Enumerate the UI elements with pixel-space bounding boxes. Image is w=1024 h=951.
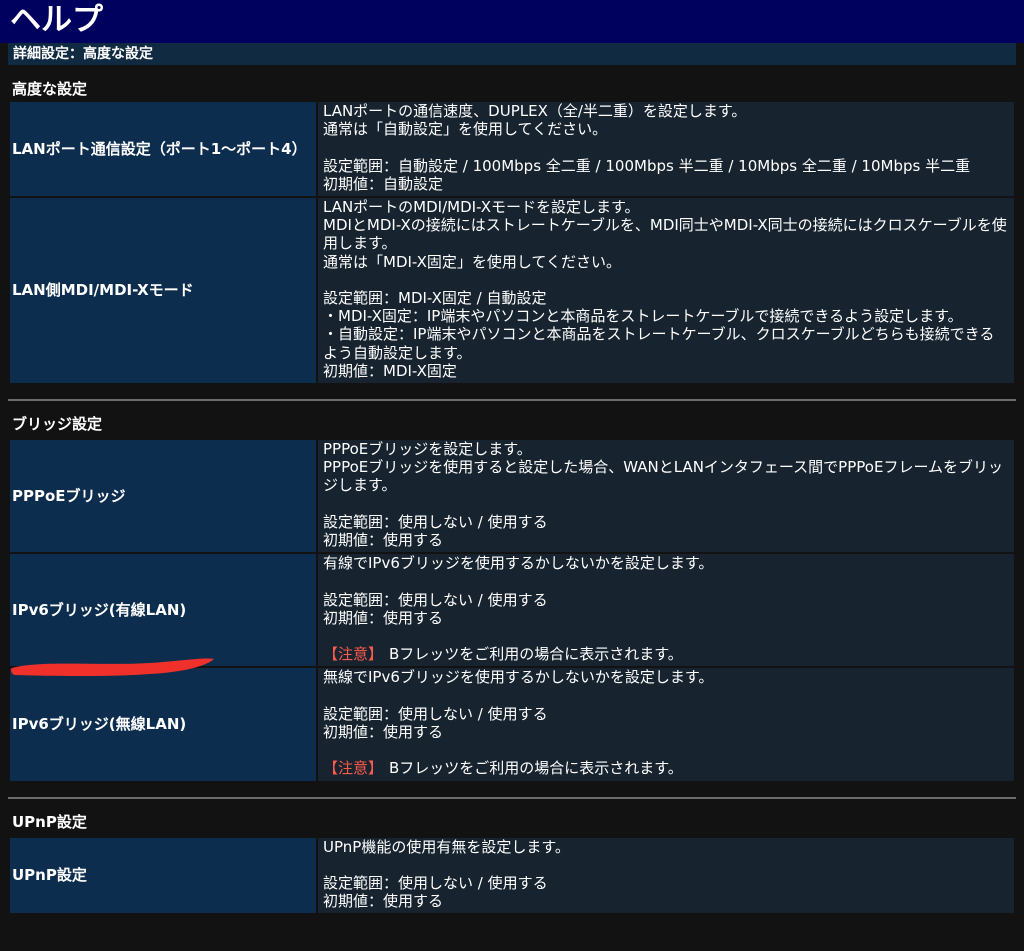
description-line: 初期値：使用する (323, 723, 444, 741)
description-line (323, 271, 1008, 289)
section-divider (8, 796, 1016, 799)
description-line: ・自動設定：IP端末やパソコンと本商品をストレートケーブル、クロスケーブルどちら… (323, 325, 995, 362)
section-divider (8, 399, 1016, 402)
description-line: 設定範囲：MDI-X固定 / 自動設定 (323, 289, 547, 307)
description-line: MDIとMDI-Xの接続にはストレートケーブルを、MDI同士やMDI-X同士の接… (323, 216, 1007, 253)
description-line: ・MDI-X固定：IP端末やパソコンと本商品をストレートケーブルで接続できるよう… (323, 307, 963, 326)
help-section: 高度な設定 LANポート通信設定（ポート1〜ポート4） LANポートの通信速度、DU… (8, 65, 1016, 386)
setting-description: 無線でIPv6ブリッジを使用するかしないかを設定します。 設定範囲：使用しない /… (316, 666, 1016, 783)
help-section: UPnP設定 UPnP設定 UPnP機能の使用有無を設定します。 設定範囲：使用しない… (8, 796, 1016, 916)
settings-table: UPnP設定 UPnP機能の使用有無を設定します。 設定範囲：使用しない / 使用す… (8, 835, 1016, 916)
description-line: 設定範囲：自動設定 / 100Mbps 全二重 / 100Mbps 半二重 / … (323, 156, 971, 175)
description-line: 有線でIPv6ブリッジを使用するかしないかを設定します。 (323, 554, 714, 573)
note-text: Bフレッツをご利用の場合に表示されます。 (389, 645, 683, 664)
section-title: UPnP設定 (12, 812, 87, 831)
help-content: 高度な設定 LANポート通信設定（ポート1〜ポート4） LANポートの通信速度、DU… (0, 65, 1024, 916)
description-line: 初期値：使用する (323, 892, 444, 911)
note-label: 【注意】 (323, 759, 384, 778)
note-line: 【注意】 Bフレッツをご利用の場合に表示されます。 (323, 759, 1008, 777)
setting-description: PPPoEブリッジを設定します。 PPPoEブリッジを使用すると設定した場合、WA… (316, 438, 1016, 555)
page-title: ヘルプ (0, 0, 1024, 43)
description-line: 初期値：MDI-X固定 (323, 361, 457, 380)
setting-row: PPPoEブリッジ PPPoEブリッジを設定します。 PPPoEブリッジを使用すると… (8, 438, 1016, 555)
setting-row: LAN側MDI/MDI-Xモード LANポートのMDI/MDI-Xモードを設定しま… (8, 195, 1016, 386)
note-label: 【注意】 (323, 645, 384, 664)
description-line: LANポートのMDI/MDI-Xモードを設定します。 (323, 198, 640, 216)
description-line: 設定範囲：使用しない / 使用する (323, 873, 548, 892)
note-text: Bフレッツをご利用の場合に表示されます。 (389, 759, 683, 778)
description-line (323, 687, 1008, 705)
description-line: 初期値：自動設定 (323, 174, 444, 193)
section-title: 高度な設定 (12, 80, 88, 98)
setting-row: IPv6ブリッジ(無線LAN) 無線でIPv6ブリッジを使用するかしないかを設定し… (8, 666, 1016, 783)
setting-label: PPPoEブリッジ (8, 438, 318, 555)
description-line: PPPoEブリッジを設定します。 (323, 440, 532, 459)
description-line: PPPoEブリッジを使用すると設定した場合、WANとLANインタフェース間でPP… (323, 458, 1003, 495)
description-line: 設定範囲：使用しない / 使用する (323, 590, 548, 609)
setting-description: LANポートの通信速度、DUPLEX（全/半二重）を設定します。 通常は「自動設定… (316, 100, 1016, 198)
breadcrumb: 詳細設定：高度な設定 (8, 43, 1016, 65)
setting-label: IPv6ブリッジ(無線LAN) (8, 666, 318, 783)
description-line: 設定範囲：使用しない / 使用する (323, 704, 548, 723)
description-line (323, 138, 1008, 156)
setting-row: UPnP設定 UPnP機能の使用有無を設定します。 設定範囲：使用しない / 使用す… (8, 835, 1016, 916)
settings-table: PPPoEブリッジ PPPoEブリッジを設定します。 PPPoEブリッジを使用すると… (8, 438, 1016, 783)
setting-row: IPv6ブリッジ(有線LAN) 有線でIPv6ブリッジを使用するかしないかを設定し… (8, 552, 1016, 669)
description-line: 通常は「MDI-X固定」を使用してください。 (323, 252, 621, 271)
setting-label: IPv6ブリッジ(有線LAN) (8, 552, 318, 669)
description-line (323, 856, 1008, 874)
description-line: 設定範囲：使用しない / 使用する (323, 512, 548, 531)
setting-label: UPnP設定 (8, 835, 318, 916)
setting-description: 有線でIPv6ブリッジを使用するかしないかを設定します。 設定範囲：使用しない /… (316, 552, 1016, 669)
description-line: 初期値：使用する (323, 531, 444, 550)
description-line (323, 741, 1008, 759)
red-scribble-mark (10, 658, 214, 676)
setting-description: UPnP機能の使用有無を設定します。 設定範囲：使用しない / 使用する 初期値：使… (316, 835, 1016, 916)
description-line (323, 495, 1008, 513)
description-line: 通常は「自動設定」を使用してください。 (323, 120, 608, 139)
section-title: ブリッジ設定 (12, 415, 103, 434)
help-section: ブリッジ設定 PPPoEブリッジ PPPoEブリッジを設定します。 PPPoEブリッジ… (8, 399, 1016, 783)
description-line: 初期値：使用する (323, 608, 444, 627)
description-line (323, 627, 1008, 645)
description-line: 無線でIPv6ブリッジを使用するかしないかを設定します。 (323, 668, 714, 687)
setting-description: LANポートのMDI/MDI-Xモードを設定します。 MDIとMDI-Xの接続には… (316, 195, 1016, 386)
description-line: LANポートの通信速度、DUPLEX（全/半二重）を設定します。 (323, 102, 747, 120)
description-line: UPnP機能の使用有無を設定します。 (323, 837, 570, 856)
settings-table: LANポート通信設定（ポート1〜ポート4） LANポートの通信速度、DUPLEX（… (8, 100, 1016, 386)
setting-row: LANポート通信設定（ポート1〜ポート4） LANポートの通信速度、DUPLEX（… (8, 100, 1016, 198)
description-line (323, 572, 1008, 590)
note-line: 【注意】 Bフレッツをご利用の場合に表示されます。 (323, 645, 1008, 663)
setting-label: LANポート通信設定（ポート1〜ポート4） (8, 100, 318, 198)
setting-label: LAN側MDI/MDI-Xモード (8, 195, 318, 386)
